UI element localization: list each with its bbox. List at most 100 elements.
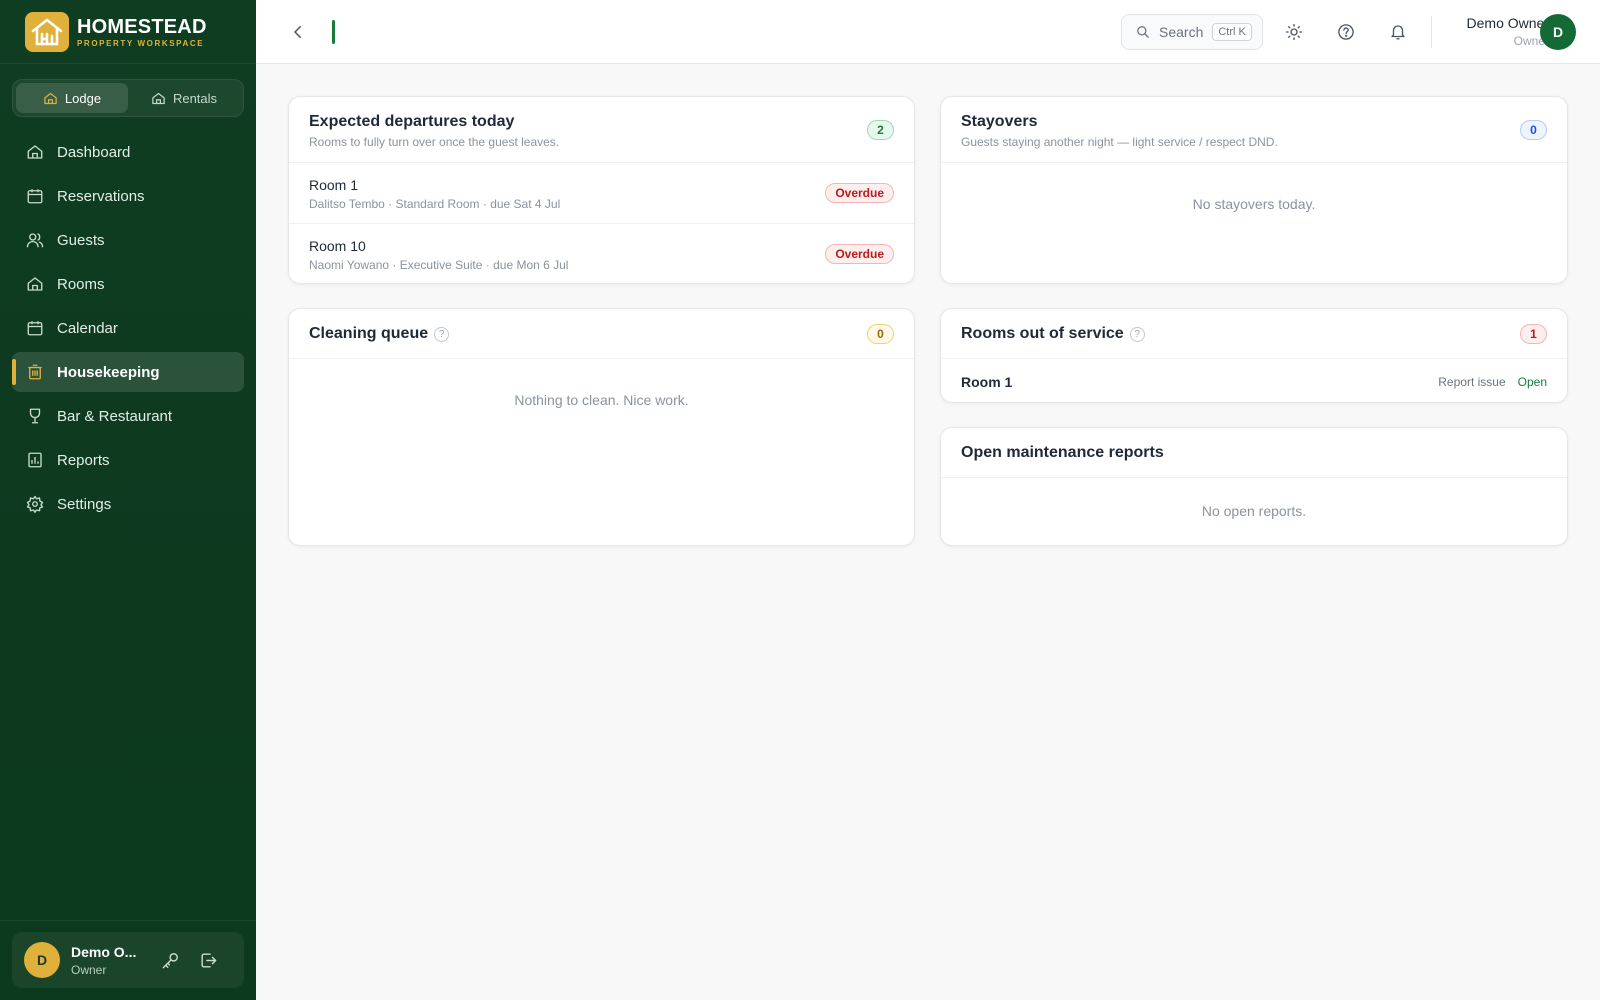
search-label: Search [1159,24,1204,40]
home-icon [27,145,43,159]
profile-role: Owner [1513,33,1549,48]
empty-state: No stayovers today. [1192,196,1316,212]
departure-row[interactable]: Room 10 Naomi Yowano · Executive Suite ·… [289,224,914,283]
property-type-switch: Lodge Rentals [12,79,244,117]
segment-rentals-label: Rentals [172,90,218,106]
bell-icon [1391,25,1405,40]
divider [0,920,256,921]
sidebar-item-calendar[interactable]: Calendar [12,308,244,348]
open-room-link[interactable]: Open [1518,375,1547,389]
brand-subtitle: PROPERTY WORKSPACE [77,38,205,48]
sidebar-item-settings[interactable]: Settings [12,484,244,524]
card-title: Rooms out of service [961,325,1124,342]
help-button[interactable] [1334,20,1358,44]
departure-row[interactable]: Room 1 Dalitso Tembo · Standard Room · d… [289,163,914,224]
room-name: Room 1 [961,373,1013,390]
divider [1431,16,1432,48]
key-icon [162,952,178,968]
search-button[interactable]: Search Ctrl K [1121,14,1263,50]
brand[interactable]: HOMESTEAD PROPERTY WORKSPACE [25,12,207,52]
topbar: Search Ctrl K Demo Owner Owner D [256,0,1600,64]
room-name: Room 10 [309,238,366,254]
departures-card: Expected departures today Rooms to fully… [288,96,915,284]
departure-details: Naomi Yowano · Executive Suite · due Mon… [309,258,569,272]
sidebar: HOMESTEAD PROPERTY WORKSPACE Lodge Renta… [0,0,256,1000]
search-shortcut: Ctrl K [1212,23,1252,41]
help-icon[interactable]: ? [434,326,450,342]
gear-icon [26,495,44,513]
users-icon [26,233,44,248]
sidebar-item-housekeeping[interactable]: Housekeeping [12,352,244,392]
empty-state: Nothing to clean. Nice work. [514,392,689,408]
count-badge: 0 [867,324,894,344]
notifications-button[interactable] [1386,20,1410,44]
logout-button[interactable] [193,945,223,975]
sidebar-item-rooms[interactable]: Rooms [12,264,244,304]
main-nav: Dashboard Reservations Guests Rooms Cale… [12,132,244,528]
calendar-icon [27,189,43,204]
help-circle-icon [1338,24,1354,40]
card-title: Cleaning queue [309,325,429,342]
count-badge: 2 [867,120,894,140]
sidebar-item-reports[interactable]: Reports [12,440,244,480]
count-badge: 0 [1520,120,1547,140]
bar-chart-icon [28,452,42,468]
sidebar-item-label: Settings [57,495,112,513]
divider [0,63,256,64]
status-badge: Overdue [825,244,894,264]
sun-icon [1285,23,1303,41]
home-icon [152,92,165,104]
sidebar-item-label: Bar & Restaurant [57,407,173,425]
logout-icon [200,952,216,968]
report-issue-link[interactable]: Report issue [1438,375,1505,389]
avatar[interactable]: D [1540,14,1576,50]
avatar[interactable]: D [24,942,60,978]
departure-details: Dalitso Tembo · Standard Room · due Sat … [309,197,561,211]
rooms-out-of-service-card: Rooms out of service ? 1 Room 1 Report i… [940,308,1568,403]
maintenance-reports-card: Open maintenance reports No open reports… [940,427,1568,546]
homestead-logo-icon [25,12,69,52]
sidebar-item-label: Reports [57,451,110,469]
sidebar-item-label: Reservations [57,187,145,205]
sidebar-item-label: Dashboard [57,143,131,161]
out-of-service-row: Room 1 Report issue Open [941,359,1567,402]
sidebar-user-card: D Demo O... Owner [12,932,244,988]
card-title: Stayovers [961,113,1038,130]
sidebar-item-guests[interactable]: Guests [12,220,244,260]
segment-lodge[interactable]: Lodge [16,83,128,113]
sidebar-item-label: Rooms [57,275,105,293]
card-subtitle: Guests staying another night — light ser… [961,135,1278,149]
cleaning-queue-card: Cleaning queue ? 0 Nothing to clean. Nic… [288,308,915,546]
user-role: Owner [71,962,107,977]
brand-name: HOMESTEAD [77,15,207,38]
status-badge: Overdue [825,183,894,203]
trash-bin-icon [28,364,42,380]
page-title-accent [332,20,335,44]
empty-state: No open reports. [1201,503,1307,519]
calendar-icon [27,321,43,336]
sidebar-item-label: Calendar [57,319,118,337]
stayovers-card: Stayovers Guests staying another night —… [940,96,1568,284]
count-badge: 1 [1520,324,1547,344]
sidebar-item-bar-restaurant[interactable]: Bar & Restaurant [12,396,244,436]
room-name: Room 1 [309,177,359,193]
card-title: Open maintenance reports [961,444,1164,461]
card-title: Expected departures today [309,113,515,130]
chevron-left-icon [294,26,301,38]
sidebar-item-label: Housekeeping [57,363,160,381]
home-icon [44,92,57,104]
sidebar-item-dashboard[interactable]: Dashboard [12,132,244,172]
profile-menu[interactable]: Demo Owner Owner [1444,15,1549,48]
key-button[interactable] [155,945,185,975]
card-subtitle: Rooms to fully turn over once the guest … [309,135,560,149]
profile-name: Demo Owner [1466,15,1549,31]
sidebar-item-reservations[interactable]: Reservations [12,176,244,216]
segment-rentals[interactable]: Rentals [128,83,240,113]
glass-icon [29,408,41,424]
sidebar-item-label: Guests [57,231,105,249]
segment-lodge-label: Lodge [64,90,102,106]
back-button[interactable] [286,20,310,44]
theme-toggle-button[interactable] [1282,20,1306,44]
help-icon[interactable]: ? [1129,326,1145,342]
user-name: Demo O... [71,943,137,960]
